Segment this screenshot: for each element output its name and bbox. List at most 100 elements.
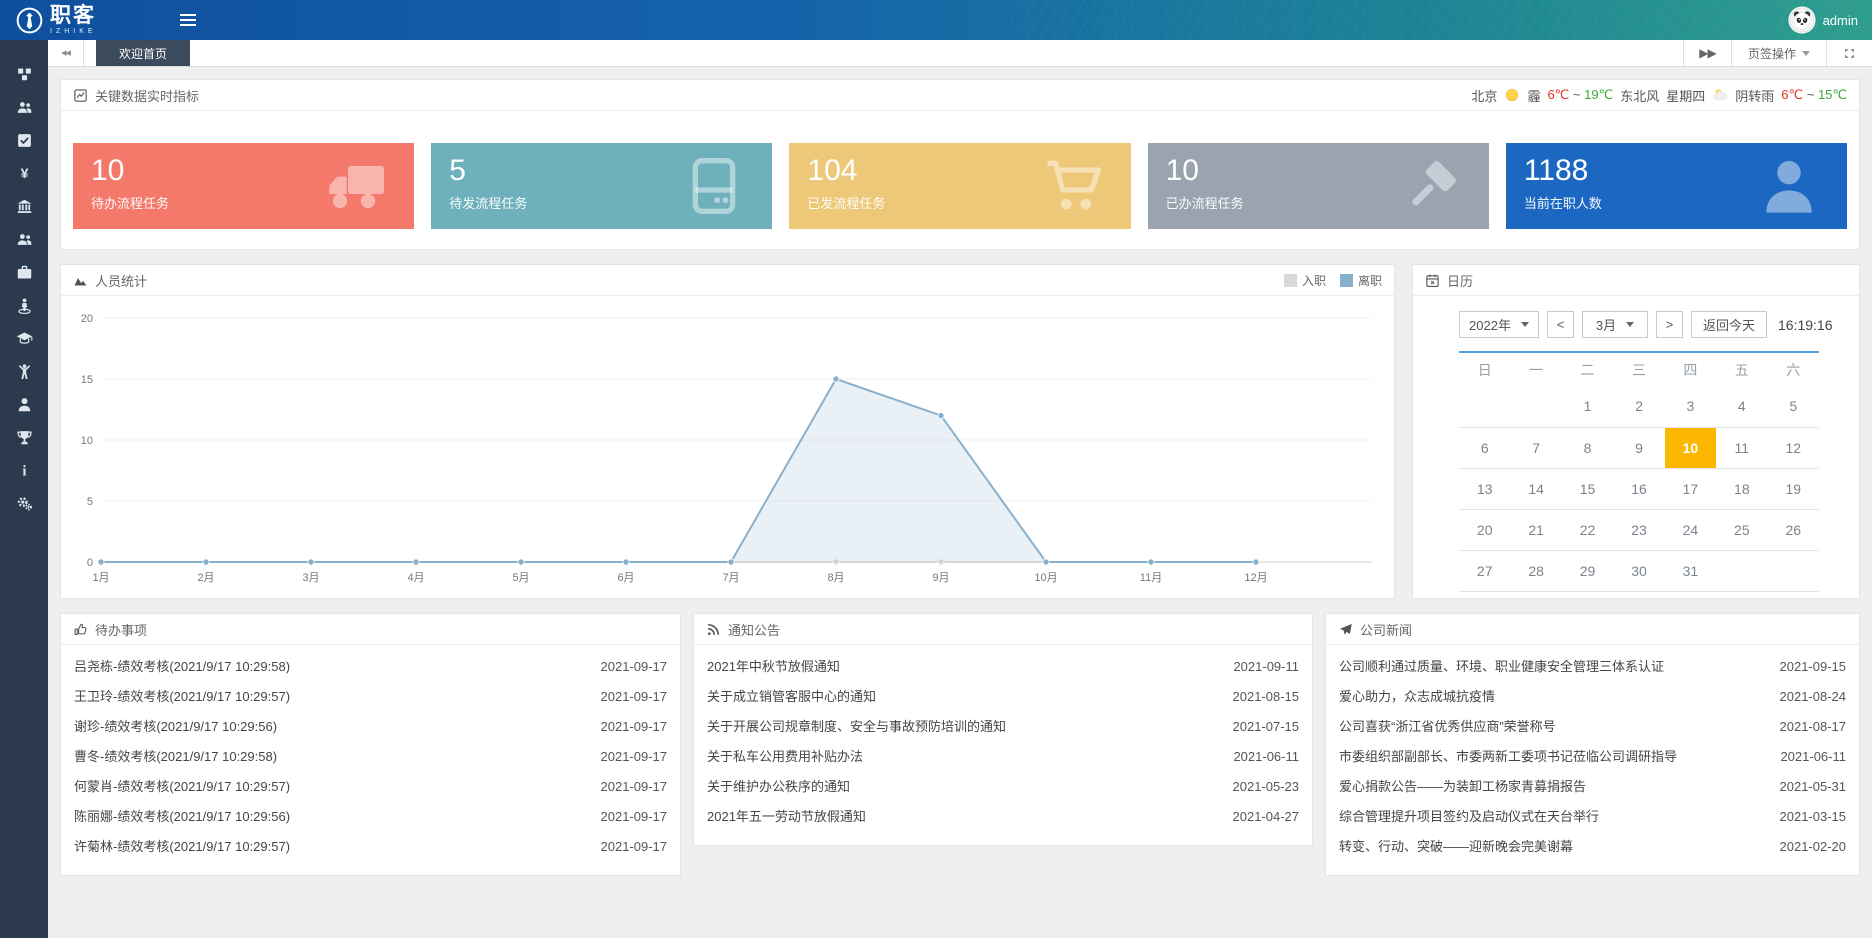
calendar-day-15[interactable]: 15 xyxy=(1562,468,1613,509)
sidebar-item-briefcase[interactable] xyxy=(0,256,48,289)
tabs-scroll-right-button[interactable]: ▶▶ xyxy=(1683,40,1731,66)
sidebar-item-check-square[interactable] xyxy=(0,124,48,157)
calendar-day-18[interactable]: 18 xyxy=(1716,468,1767,509)
list-item[interactable]: 何蒙肖-绩效考核(2021/9/17 10:29:57)2021-09-17 xyxy=(61,772,680,802)
list-item[interactable]: 许菊林-绩效考核(2021/9/17 10:29:57)2021-09-17 xyxy=(61,832,680,862)
next-month-button[interactable]: > xyxy=(1656,311,1683,338)
calendar-day-23[interactable]: 23 xyxy=(1613,509,1664,550)
list-item[interactable]: 吕尧栋-绩效考核(2021/9/17 10:29:58)2021-09-17 xyxy=(61,652,680,682)
month-select[interactable]: 3月 xyxy=(1582,311,1648,338)
calendar-day-19[interactable]: 19 xyxy=(1768,468,1819,509)
calendar-day-8[interactable]: 8 xyxy=(1562,427,1613,468)
calendar-day-9[interactable]: 9 xyxy=(1613,427,1664,468)
calendar-day-12[interactable]: 12 xyxy=(1768,427,1819,468)
list-item[interactable]: 关于成立销管客服中心的通知2021-08-15 xyxy=(694,682,1312,712)
sidebar-item-yen[interactable] xyxy=(0,157,48,190)
list-item-title[interactable]: 曹冬-绩效考核(2021/9/17 10:29:58) xyxy=(74,742,587,772)
calendar-day-17[interactable]: 17 xyxy=(1665,468,1716,509)
list-item[interactable]: 公司顺利通过质量、环境、职业健康安全管理三体系认证2021-09-15 xyxy=(1326,652,1859,682)
list-item[interactable]: 市委组织部副部长、市委两新工委项书记莅临公司调研指导2021-06-11 xyxy=(1326,742,1859,772)
sidebar-item-trophy[interactable] xyxy=(0,421,48,454)
menu-toggle-icon[interactable] xyxy=(175,6,201,34)
list-item[interactable]: 关于私车公用费用补贴办法2021-06-11 xyxy=(694,742,1312,772)
user-menu[interactable]: admin xyxy=(1788,6,1858,34)
legend-item-入职[interactable]: 入职 xyxy=(1284,272,1326,289)
calendar-day-14[interactable]: 14 xyxy=(1510,468,1561,509)
calendar-day-31[interactable]: 31 xyxy=(1665,550,1716,591)
list-item-title[interactable]: 许菊林-绩效考核(2021/9/17 10:29:57) xyxy=(74,832,587,862)
list-item[interactable]: 曹冬-绩效考核(2021/9/17 10:29:58)2021-09-17 xyxy=(61,742,680,772)
sidebar-item-graduation-cap[interactable] xyxy=(0,322,48,355)
calendar-day-28[interactable]: 28 xyxy=(1510,550,1561,591)
sidebar-item-info[interactable] xyxy=(0,454,48,487)
tabs-scroll-left-button[interactable]: ◀◀ xyxy=(48,40,84,66)
calendar-day-7[interactable]: 7 xyxy=(1510,427,1561,468)
list-item-title[interactable]: 关于私车公用费用补贴办法 xyxy=(707,742,1219,772)
calendar-day-16[interactable]: 16 xyxy=(1613,468,1664,509)
sidebar-item-team[interactable] xyxy=(0,223,48,256)
fullscreen-button[interactable] xyxy=(1826,40,1872,66)
calendar-day-21[interactable]: 21 xyxy=(1510,509,1561,550)
stat-card-cart[interactable]: 104已发流程任务 xyxy=(789,143,1130,229)
list-item-title[interactable]: 爱心助力，众志成城抗疫情 xyxy=(1339,682,1766,712)
sidebar-item-cogs[interactable] xyxy=(0,487,48,520)
calendar-day-24[interactable]: 24 xyxy=(1665,509,1716,550)
list-item[interactable]: 王卫玲-绩效考核(2021/9/17 10:29:57)2021-09-17 xyxy=(61,682,680,712)
calendar-day-26[interactable]: 26 xyxy=(1768,509,1819,550)
list-item-title[interactable]: 市委组织部副部长、市委两新工委项书记莅临公司调研指导 xyxy=(1339,742,1766,772)
list-item-title[interactable]: 爱心捐款公告——为装卸工杨家青募捐报告 xyxy=(1339,772,1766,802)
list-item[interactable]: 关于维护办公秩序的通知2021-05-23 xyxy=(694,772,1312,802)
stat-card-person[interactable]: 1188当前在职人数 xyxy=(1506,143,1847,229)
list-item-title[interactable]: 综合管理提升项目签约及启动仪式在天台举行 xyxy=(1339,802,1766,832)
today-button[interactable]: 返回今天 xyxy=(1691,311,1767,338)
calendar-day-20[interactable]: 20 xyxy=(1459,509,1510,550)
tab-welcome[interactable]: 欢迎首页 xyxy=(96,40,190,66)
calendar-day-11[interactable]: 11 xyxy=(1716,427,1767,468)
legend-item-离职[interactable]: 离职 xyxy=(1340,272,1382,289)
prev-month-button[interactable]: < xyxy=(1547,311,1574,338)
stat-card-gavel[interactable]: 10已办流程任务 xyxy=(1148,143,1489,229)
list-item[interactable]: 陈丽娜-绩效考核(2021/9/17 10:29:56)2021-09-17 xyxy=(61,802,680,832)
list-item-title[interactable]: 2021年五一劳动节放假通知 xyxy=(707,802,1219,832)
calendar-day-25[interactable]: 25 xyxy=(1716,509,1767,550)
calendar-day-3[interactable]: 3 xyxy=(1665,386,1716,427)
list-item-title[interactable]: 转变、行动、突破——迎新晚会完美谢幕 xyxy=(1339,832,1766,862)
calendar-day-30[interactable]: 30 xyxy=(1613,550,1664,591)
calendar-day-4[interactable]: 4 xyxy=(1716,386,1767,427)
list-item-title[interactable]: 关于成立销管客服中心的通知 xyxy=(707,682,1219,712)
list-item[interactable]: 综合管理提升项目签约及启动仪式在天台举行2021-03-15 xyxy=(1326,802,1859,832)
list-item-title[interactable]: 关于维护办公秩序的通知 xyxy=(707,772,1219,802)
list-item-title[interactable]: 吕尧栋-绩效考核(2021/9/17 10:29:58) xyxy=(74,652,587,682)
calendar-day-13[interactable]: 13 xyxy=(1459,468,1510,509)
list-item-title[interactable]: 陈丽娜-绩效考核(2021/9/17 10:29:56) xyxy=(74,802,587,832)
sidebar-item-users[interactable] xyxy=(0,91,48,124)
list-item[interactable]: 2021年中秋节放假通知2021-09-11 xyxy=(694,652,1312,682)
calendar-day-1[interactable]: 1 xyxy=(1562,386,1613,427)
sidebar-item-bank[interactable] xyxy=(0,190,48,223)
list-item[interactable]: 转变、行动、突破——迎新晚会完美谢幕2021-02-20 xyxy=(1326,832,1859,862)
list-item-title[interactable]: 关于开展公司规章制度、安全与事故预防培训的通知 xyxy=(707,712,1219,742)
calendar-day-6[interactable]: 6 xyxy=(1459,427,1510,468)
sidebar-item-share-nodes[interactable] xyxy=(0,58,48,91)
list-item-title[interactable]: 王卫玲-绩效考核(2021/9/17 10:29:57) xyxy=(74,682,587,712)
calendar-day-29[interactable]: 29 xyxy=(1562,550,1613,591)
calendar-day-22[interactable]: 22 xyxy=(1562,509,1613,550)
calendar-day-27[interactable]: 27 xyxy=(1459,550,1510,591)
list-item-title[interactable]: 公司喜获“浙江省优秀供应商”荣誉称号 xyxy=(1339,712,1766,742)
list-item-title[interactable]: 谢珍-绩效考核(2021/9/17 10:29:56) xyxy=(74,712,587,742)
sidebar-item-cheer[interactable] xyxy=(0,355,48,388)
tab-actions-dropdown[interactable]: 页签操作 xyxy=(1731,40,1826,66)
list-item[interactable]: 谢珍-绩效考核(2021/9/17 10:29:56)2021-09-17 xyxy=(61,712,680,742)
list-item[interactable]: 2021年五一劳动节放假通知2021-04-27 xyxy=(694,802,1312,832)
list-item[interactable]: 爱心助力，众志成城抗疫情2021-08-24 xyxy=(1326,682,1859,712)
stat-card-truck[interactable]: 10待办流程任务 xyxy=(73,143,414,229)
list-item-title[interactable]: 2021年中秋节放假通知 xyxy=(707,652,1219,682)
calendar-day-10[interactable]: 10 xyxy=(1665,427,1716,468)
list-item[interactable]: 公司喜获“浙江省优秀供应商”荣誉称号2021-08-17 xyxy=(1326,712,1859,742)
calendar-day-2[interactable]: 2 xyxy=(1613,386,1664,427)
year-select[interactable]: 2022年 xyxy=(1459,311,1539,338)
list-item-title[interactable]: 何蒙肖-绩效考核(2021/9/17 10:29:57) xyxy=(74,772,587,802)
sidebar-item-user[interactable] xyxy=(0,388,48,421)
calendar-day-5[interactable]: 5 xyxy=(1768,386,1819,427)
list-item[interactable]: 爱心捐款公告——为装卸工杨家青募捐报告2021-05-31 xyxy=(1326,772,1859,802)
